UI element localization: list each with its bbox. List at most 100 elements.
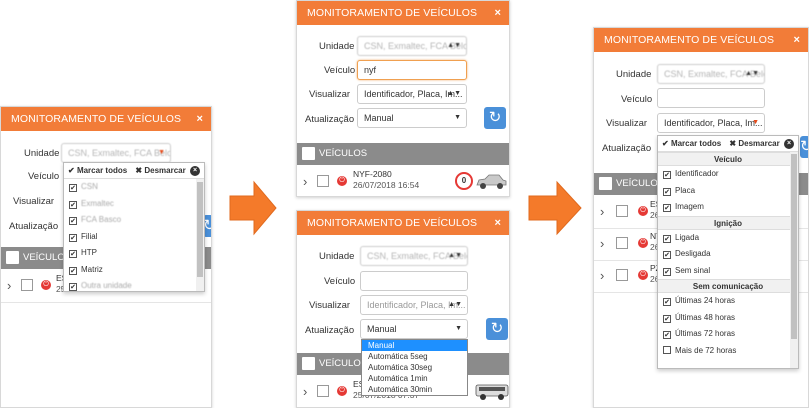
dropdown-option[interactable]: ✔ Exmaltec — [64, 196, 204, 213]
dropdown-option[interactable]: ✔ Imagem — [658, 199, 798, 216]
dropdown-option[interactable]: Mais de 72 horas — [658, 343, 798, 360]
close-icon[interactable]: × — [784, 139, 794, 149]
refresh-button[interactable]: ↻ — [484, 107, 506, 129]
chevron-right-icon[interactable]: › — [600, 268, 604, 283]
dropdown-actions: ✔ Marcar todos ✖ Desmarcar × — [64, 163, 204, 179]
panel-header: MONITORAMENTO DE VEÍCULOS × — [297, 1, 509, 25]
vehicle-checkbox[interactable] — [317, 175, 329, 187]
visualizar-select[interactable]: Identificador, Placa, Im... ▲▼ — [357, 84, 467, 104]
chevron-down-icon: ▼ — [455, 325, 462, 332]
close-icon[interactable]: × — [196, 107, 203, 131]
monitoring-panel-search: MONITORAMENTO DE VEÍCULOS × Unidade CSN,… — [296, 0, 510, 197]
select-option[interactable]: Automática 30min — [362, 384, 467, 395]
label-atualizacao: Atualização — [602, 143, 652, 154]
close-icon[interactable]: × — [190, 166, 200, 176]
select-option[interactable]: Manual — [362, 340, 467, 351]
panel-header: MONITORAMENTO DE VEÍCULOS × — [1, 107, 211, 131]
unidade-select[interactable]: CSN, Exmaltec, FCA Belo... ▲▼ — [360, 246, 468, 266]
dropdown-option[interactable]: ✔ Últimas 72 horas — [658, 326, 798, 343]
select-all-checkbox[interactable] — [302, 357, 315, 370]
select-option[interactable]: Automática 30seg — [362, 362, 467, 373]
chevron-right-icon[interactable]: › — [7, 278, 11, 293]
select-option[interactable]: Automática 1min — [362, 373, 467, 384]
checkbox-checked-icon[interactable]: ✔ — [663, 204, 671, 212]
checkbox-checked-icon[interactable]: ✔ — [69, 283, 77, 291]
unidade-select[interactable]: CSN, Exmaltec, FCA Belo... ▲▼ — [657, 64, 765, 84]
label-atualizacao: Atualização — [305, 325, 355, 336]
atualizacao-select[interactable]: Manual ▼ — [357, 108, 467, 128]
dropdown-option[interactable]: ✔ Identificador — [658, 166, 798, 183]
close-icon[interactable]: × — [494, 211, 501, 235]
refresh-button[interactable]: ↻ — [486, 318, 508, 340]
scrollbar[interactable] — [196, 179, 204, 291]
chevron-right-icon[interactable]: › — [303, 174, 307, 189]
checkbox-checked-icon[interactable]: ✔ — [69, 266, 77, 275]
checkbox-checked-icon[interactable]: ✔ — [663, 298, 671, 306]
chevron-right-icon[interactable]: › — [303, 384, 307, 399]
visualizar-select[interactable]: Identificador, Placa, Im... ▼ — [657, 113, 765, 133]
unidade-select[interactable]: CSN, Exmaltec, FCA Belo... ▼ — [61, 143, 171, 163]
checkbox-checked-icon[interactable]: ✔ — [663, 251, 671, 259]
veiculo-input[interactable]: nyf — [357, 60, 467, 80]
checkbox-checked-icon[interactable]: ✔ — [69, 217, 77, 225]
vehicle-checkbox[interactable] — [21, 279, 33, 291]
chevron-down-icon: ▼ — [752, 119, 759, 126]
select-option[interactable]: Automática 5seg — [362, 351, 467, 362]
select-all-checkbox[interactable] — [599, 177, 612, 190]
deselect-button[interactable]: ✖ Desmarcar — [729, 139, 779, 148]
vehicle-row[interactable]: › ⏻ NYF-2080 26/07/2018 16:54 0 — [297, 165, 509, 196]
visualizar-select[interactable]: Identificador, Placa, Im... ▲▼ — [360, 295, 468, 315]
atualizacao-select[interactable]: Manual ▼ — [360, 319, 468, 339]
select-all-checkbox[interactable] — [6, 251, 19, 264]
scrollbar[interactable] — [790, 152, 798, 368]
dropdown-option[interactable]: ✔ CSN — [64, 179, 204, 196]
vehicle-checkbox[interactable] — [616, 269, 628, 281]
checkbox-checked-icon[interactable]: ✔ — [69, 233, 77, 242]
dropdown-actions: ✔ Marcar todos ✖ Desmarcar × — [658, 136, 798, 152]
select-all-button[interactable]: ✔ Marcar todos — [68, 166, 127, 175]
checkbox-unchecked-icon[interactable] — [663, 345, 671, 354]
option-label: Ligada — [675, 232, 700, 242]
vehicle-checkbox[interactable] — [317, 385, 329, 397]
chevron-right-icon[interactable]: › — [600, 204, 604, 219]
dropdown-option[interactable]: ✔ Últimas 24 horas — [658, 293, 798, 310]
checkbox-checked-icon[interactable]: ✔ — [663, 187, 671, 196]
visualizar-select-value: Identificador, Placa, Im... — [664, 118, 763, 128]
option-label: Sem sinal — [675, 265, 711, 275]
dropdown-option[interactable]: ✔ Sem sinal — [658, 263, 798, 280]
select-all-checkbox[interactable] — [302, 147, 315, 160]
dropdown-option[interactable]: ✔ Desligada — [658, 246, 798, 263]
refresh-button[interactable]: ↻ — [800, 136, 808, 158]
monitoring-panel-visualizar: MONITORAMENTO DE VEÍCULOS × Unidade CSN,… — [593, 27, 809, 408]
checkbox-checked-icon[interactable]: ✔ — [69, 250, 77, 258]
veiculo-input[interactable] — [360, 271, 468, 291]
unidade-dropdown: ✔ Marcar todos ✖ Desmarcar × ✔ CSN ✔ Exmalt… — [63, 162, 205, 292]
close-icon[interactable]: × — [494, 1, 501, 25]
dropdown-option[interactable]: ✔ Filial — [64, 229, 204, 246]
vehicle-checkbox[interactable] — [616, 237, 628, 249]
deselect-button[interactable]: ✖ Desmarcar — [135, 166, 185, 175]
dropdown-option[interactable]: ✔ Placa — [658, 183, 798, 200]
veiculo-input[interactable] — [657, 88, 765, 108]
arrow-right-icon — [528, 180, 582, 236]
dropdown-option[interactable]: ✔ Outra unidade — [64, 278, 204, 295]
unidade-select[interactable]: CSN, Exmaltec, FCA Belo... ▲▼ — [357, 36, 467, 56]
dropdown-option[interactable]: ✔ FCA Basco — [64, 212, 204, 229]
checkbox-checked-icon[interactable]: ✔ — [663, 171, 671, 179]
dropdown-option[interactable]: ✔ Ligada — [658, 230, 798, 247]
dropdown-option[interactable]: ✔ Últimas 48 horas — [658, 310, 798, 327]
checkbox-checked-icon[interactable]: ✔ — [663, 267, 671, 276]
checkbox-checked-icon[interactable]: ✔ — [663, 331, 671, 339]
close-icon[interactable]: × — [793, 28, 800, 52]
panel-header: MONITORAMENTO DE VEÍCULOS × — [594, 28, 808, 52]
select-all-button[interactable]: ✔ Marcar todos — [662, 139, 721, 148]
chevron-right-icon[interactable]: › — [600, 236, 604, 251]
dropdown-option[interactable]: ✔ HTP — [64, 245, 204, 262]
vehicle-checkbox[interactable] — [616, 205, 628, 217]
checkbox-checked-icon[interactable]: ✔ — [69, 184, 77, 192]
checkbox-checked-icon[interactable]: ✔ — [663, 314, 671, 323]
checkbox-checked-icon[interactable]: ✔ — [69, 200, 77, 209]
option-label: FCA Basco — [81, 215, 122, 224]
checkbox-checked-icon[interactable]: ✔ — [663, 234, 671, 243]
dropdown-option[interactable]: ✔ Matriz — [64, 262, 204, 279]
